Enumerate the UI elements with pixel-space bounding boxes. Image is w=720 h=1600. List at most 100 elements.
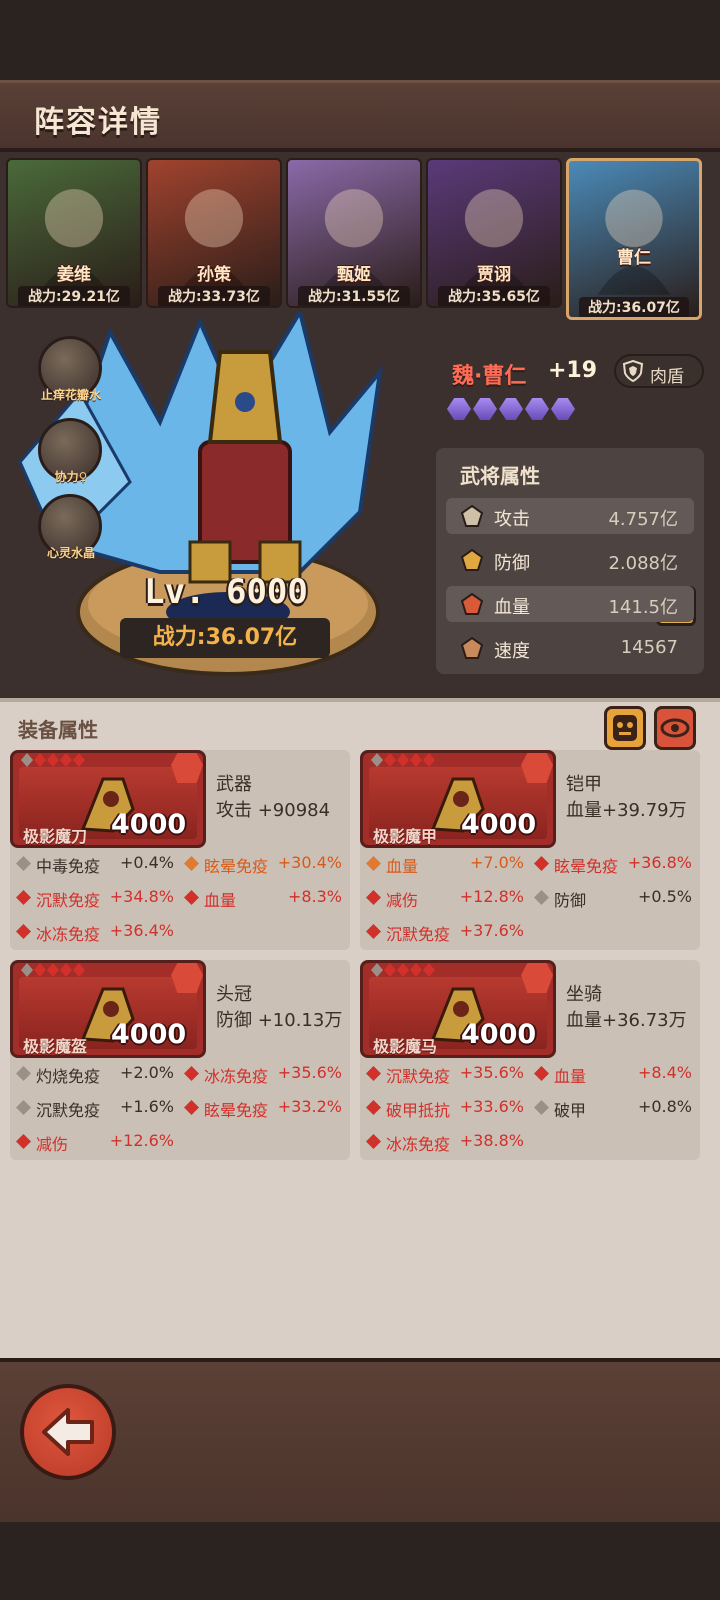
portrait-power: 战力:33.73亿 <box>158 286 270 306</box>
portrait-name: 姜维 <box>57 265 91 285</box>
hero-panel: 姜维 战力:29.21亿 孙策 战力:33.73亿 甄姬 战力:31.55亿 贾诩 战力:35… <box>0 152 720 698</box>
emblem-icon <box>171 963 203 993</box>
hero-star-level: +19 <box>548 358 598 383</box>
sword-icon <box>460 505 484 527</box>
sub-stat: 沉默免疫 +35.6% <box>362 1060 526 1086</box>
quality-diamond-icon <box>184 1066 199 1081</box>
star-gem <box>551 398 575 420</box>
sub-stat: 血量 +8.4% <box>530 1060 694 1086</box>
rarity-diamond <box>397 753 409 767</box>
equipment-frame[interactable]: 极影魔甲 4000 <box>360 750 556 848</box>
rarity-diamond <box>384 753 396 767</box>
sub-stat-name: 沉默免疫 <box>386 925 451 944</box>
star-gem <box>499 398 523 420</box>
quality-diamond-icon <box>16 856 31 871</box>
eye-button[interactable] <box>654 706 696 750</box>
quality-diamond-icon <box>16 890 31 905</box>
rarity-diamond <box>21 963 33 977</box>
sub-stat: 冰冻免疫 +36.4% <box>12 918 176 944</box>
sub-stat: 冰冻免疫 +35.6% <box>180 1060 344 1086</box>
sub-stat: 沉默免疫 +37.6% <box>362 918 526 944</box>
rarity-diamond <box>60 963 72 977</box>
boot-icon <box>460 637 484 659</box>
equipment-card[interactable]: 极影魔甲 4000 铠甲 血量+39.79万 血量 +7.0% 眩晕免疫 +36.8% 减伤 +1… <box>360 750 700 950</box>
page-title: 阵容详情 <box>34 105 162 140</box>
portrait-art <box>597 189 671 295</box>
attribute-value: 141.5亿 <box>608 597 678 618</box>
attribute-row: 血量 141.5亿 <box>446 586 694 622</box>
sub-stat-name: 眩晕免疫 <box>204 857 269 876</box>
top-status-strip <box>0 0 720 80</box>
sub-stat-value: +35.6% <box>459 1063 524 1082</box>
portrait-name: 贾诩 <box>477 265 511 285</box>
portrait-1[interactable]: 姜维 战力:29.21亿 <box>6 158 142 308</box>
sub-stat: 沉默免疫 +34.8% <box>12 884 176 910</box>
rarity-diamond <box>423 963 435 977</box>
equipment-level: 4000 <box>461 1019 537 1050</box>
sub-stat: 眩晕免疫 +30.4% <box>180 850 344 876</box>
equipment-card[interactable]: 极影魔盔 4000 头冠 防御 +10.13万 灼烧免疫 +2.0% 冰冻免疫 +35.6% 沉… <box>10 960 350 1160</box>
role-label: 肉盾 <box>650 367 684 387</box>
sub-stat-name: 眩晕免疫 <box>554 857 619 876</box>
rarity-diamond <box>397 963 409 977</box>
equipment-type: 铠甲 <box>566 774 602 795</box>
equipment-frame[interactable]: 极影魔盔 4000 <box>10 960 206 1058</box>
attribute-name: 速度 <box>494 641 530 662</box>
bottom-bar <box>0 1358 720 1522</box>
portrait-2[interactable]: 孙策 战力:33.73亿 <box>146 158 282 308</box>
sub-stat-name: 血量 <box>386 857 419 876</box>
rarity-diamond <box>371 963 383 977</box>
portrait-4[interactable]: 贾诩 战力:35.65亿 <box>426 158 562 308</box>
equipment-name: 极影魔盔 <box>23 1037 88 1056</box>
sub-stat: 眩晕免疫 +36.8% <box>530 850 694 876</box>
rarity-diamond <box>47 753 59 767</box>
portrait-power: 战力:31.55亿 <box>298 286 410 306</box>
quality-diamond-icon <box>16 924 31 939</box>
rarity-diamond <box>73 753 85 767</box>
equipment-frame[interactable]: 极影魔马 4000 <box>360 960 556 1058</box>
attribute-row: 速度 14567 <box>446 630 694 666</box>
sub-stat-name: 沉默免疫 <box>386 1067 451 1086</box>
portrait-5[interactable]: 曹仁 战力:36.07亿 <box>566 158 702 320</box>
quality-diamond-icon <box>534 1066 549 1081</box>
equipment-card[interactable]: 极影魔马 4000 坐骑 血量+36.73万 沉默免疫 +35.6% 血量 +8.4% 破甲抵抗… <box>360 960 700 1160</box>
back-button[interactable] <box>20 1384 116 1480</box>
sub-stat: 减伤 +12.6% <box>12 1128 176 1154</box>
emblem-icon <box>171 753 203 783</box>
role-badge[interactable]: 肉盾 <box>614 354 704 388</box>
sub-stat-value: +36.4% <box>109 921 174 940</box>
title-bar: 阵容详情 <box>0 80 720 152</box>
sub-stat-name: 冰冻免疫 <box>386 1135 451 1154</box>
equipment-level: 4000 <box>461 809 537 840</box>
bottom-strip <box>0 1522 720 1600</box>
quality-diamond-icon <box>366 856 381 871</box>
attribute-name: 防御 <box>494 553 530 574</box>
attribute-value: 2.088亿 <box>608 553 678 574</box>
sub-stat: 中毒免疫 +0.4% <box>12 850 176 876</box>
portrait-name: 甄姬 <box>337 265 371 285</box>
face-button[interactable] <box>604 706 646 750</box>
equipment-card[interactable]: 极影魔刀 4000 武器 攻击 +90984 中毒免疫 +0.4% 眩晕免疫 +30.4% 沉默… <box>10 750 350 950</box>
sub-stat-value: +0.8% <box>637 1097 692 1116</box>
rarity-stars <box>21 963 111 977</box>
quality-diamond-icon <box>184 890 199 905</box>
equipment-level: 4000 <box>111 809 187 840</box>
attribute-name: 攻击 <box>494 509 530 530</box>
portrait-3[interactable]: 甄姬 战力:31.55亿 <box>286 158 422 308</box>
sub-stat-value: +37.6% <box>459 921 524 940</box>
equipment-main-stat: 防御 +10.13万 <box>216 1010 343 1031</box>
attribute-value: 14567 <box>620 637 678 658</box>
attribute-row: 防御 2.088亿 <box>446 542 694 578</box>
portrait-power: 战力:36.07亿 <box>579 297 689 317</box>
sub-stat-value: +30.4% <box>277 853 342 872</box>
equipment-frame[interactable]: 极影魔刀 4000 <box>10 750 206 848</box>
sub-stat: 冰冻免疫 +38.8% <box>362 1128 526 1154</box>
rarity-diamond <box>47 963 59 977</box>
shield-icon <box>622 360 644 382</box>
sub-stat: 灼烧免疫 +2.0% <box>12 1060 176 1086</box>
portrait-power: 战力:35.65亿 <box>438 286 550 306</box>
shield-icon <box>460 549 484 571</box>
sub-stat-value: +35.6% <box>277 1063 342 1082</box>
rarity-diamond <box>371 753 383 767</box>
equipment-main-stat: 攻击 +90984 <box>216 800 331 821</box>
